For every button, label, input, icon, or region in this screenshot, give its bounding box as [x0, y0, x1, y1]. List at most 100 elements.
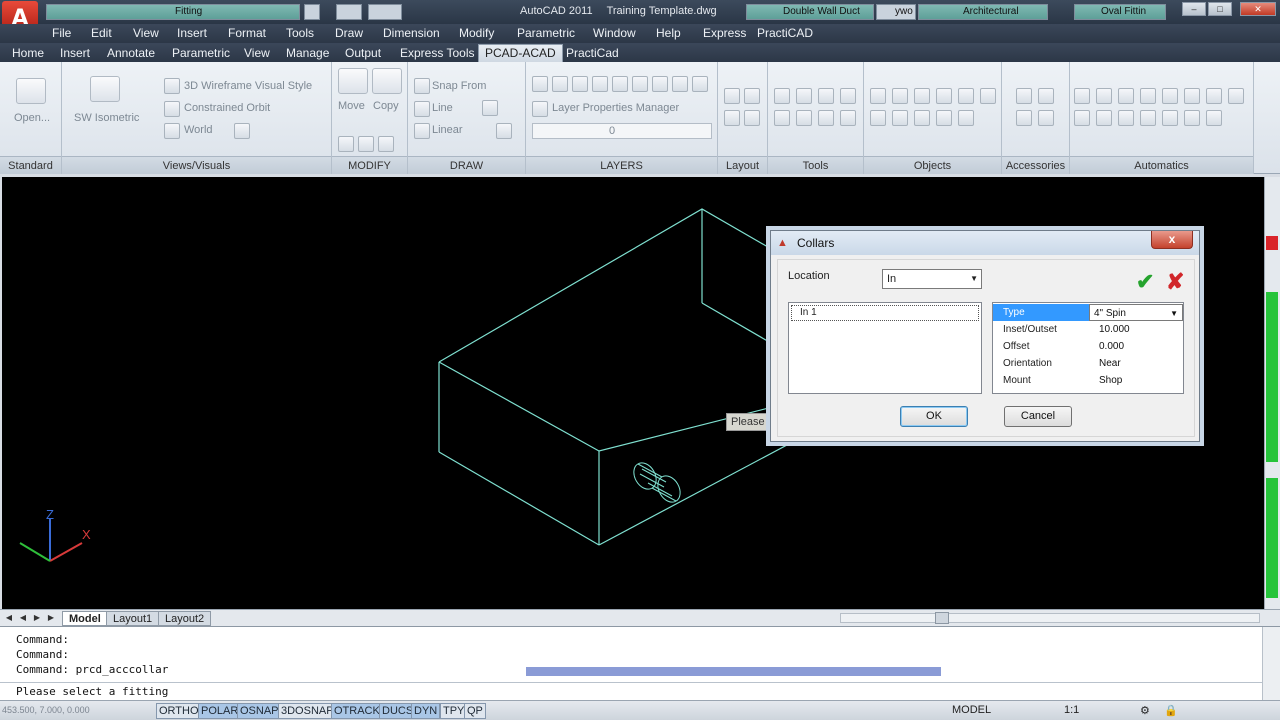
- layout-icon-1[interactable]: [724, 88, 740, 104]
- layer-tool-icon-8[interactable]: [672, 76, 688, 92]
- objects-icon-8[interactable]: [892, 110, 908, 126]
- layer-properties-label[interactable]: Layer Properties Manager: [552, 102, 679, 114]
- layer-dropdown[interactable]: 0: [532, 123, 712, 139]
- cancel-button[interactable]: Cancel: [1004, 406, 1072, 427]
- lock-icon[interactable]: 🔒: [1164, 704, 1178, 717]
- objects-icon-10[interactable]: [936, 110, 952, 126]
- accessories-icon-1[interactable]: [1016, 88, 1032, 104]
- automatics-icon-15[interactable]: [1206, 110, 1222, 126]
- tab-layout1[interactable]: Layout1: [106, 611, 160, 626]
- automatics-icon-7[interactable]: [1206, 88, 1222, 104]
- layer-combo-2[interactable]: ywo: [876, 4, 916, 20]
- objects-icon-2[interactable]: [892, 88, 908, 104]
- horizontal-scroll-thumb[interactable]: [935, 612, 949, 624]
- list-item[interactable]: In 1: [791, 305, 979, 321]
- tab-annotate[interactable]: Annotate: [107, 46, 155, 60]
- automatics-icon-11[interactable]: [1118, 110, 1134, 126]
- command-prompt[interactable]: Please select a fitting: [16, 685, 168, 698]
- isometric-cube-icon[interactable]: [90, 76, 120, 102]
- objects-icon-1[interactable]: [870, 88, 886, 104]
- menu-express[interactable]: Express: [703, 26, 746, 40]
- open-folder-icon[interactable]: [16, 78, 46, 104]
- menu-parametric[interactable]: Parametric: [517, 26, 575, 40]
- annotation-scale[interactable]: 1:1: [1064, 704, 1079, 716]
- layer-properties-icon[interactable]: [532, 101, 548, 117]
- accessories-icon-3[interactable]: [1016, 110, 1032, 126]
- objects-icon-5[interactable]: [958, 88, 974, 104]
- menu-window[interactable]: Window: [593, 26, 636, 40]
- tab-layout2[interactable]: Layout2: [158, 611, 212, 626]
- layer-tool-icon-6[interactable]: [632, 76, 648, 92]
- automatics-icon-2[interactable]: [1096, 88, 1112, 104]
- tab-pcad-acad[interactable]: PCAD-ACAD: [478, 44, 563, 62]
- hatch-icon[interactable]: [496, 123, 512, 139]
- linear-dim-icon[interactable]: [414, 123, 430, 139]
- first-layout-arrow-icon[interactable]: ◀: [4, 613, 14, 623]
- move-label[interactable]: Move: [338, 100, 365, 112]
- command-history-scrollbar[interactable]: [526, 667, 941, 676]
- red-x-icon[interactable]: ✘: [1166, 270, 1184, 294]
- tab-view[interactable]: View: [244, 46, 270, 60]
- mirror-icon[interactable]: [378, 136, 394, 152]
- toggle-osnap[interactable]: OSNAP: [237, 703, 282, 719]
- copy-icon[interactable]: [372, 68, 402, 94]
- location-select[interactable]: In ▼: [882, 269, 982, 289]
- layer-combo-4[interactable]: Oval Fittin: [1074, 4, 1166, 20]
- line-icon[interactable]: [414, 101, 430, 117]
- toggle-qp[interactable]: QP: [464, 703, 486, 719]
- layer-tool-icon-3[interactable]: [572, 76, 588, 92]
- automatics-icon-8[interactable]: [1228, 88, 1244, 104]
- menu-insert[interactable]: Insert: [177, 26, 207, 40]
- command-vertical-scrollbar[interactable]: [1262, 627, 1280, 701]
- palette-tab-lower[interactable]: [1266, 478, 1278, 598]
- property-value[interactable]: Near: [1099, 355, 1121, 372]
- tab-manage[interactable]: Manage: [286, 46, 329, 60]
- toggle-ortho[interactable]: ORTHO: [156, 703, 202, 719]
- tools-icon-3[interactable]: [818, 88, 834, 104]
- palette-tab-red[interactable]: [1266, 236, 1278, 250]
- objects-icon-4[interactable]: [936, 88, 952, 104]
- dialog-title-bar[interactable]: ▲ Collars x: [771, 231, 1199, 255]
- snap-from-label[interactable]: Snap From: [432, 80, 486, 92]
- workspace-dropdown[interactable]: Fitting: [46, 4, 300, 20]
- menu-tools[interactable]: Tools: [286, 26, 314, 40]
- automatics-icon-10[interactable]: [1096, 110, 1112, 126]
- tab-model[interactable]: Model: [62, 611, 108, 626]
- move-icon[interactable]: [338, 68, 368, 94]
- qa-tool-icon[interactable]: [304, 4, 320, 20]
- automatics-icon-1[interactable]: [1074, 88, 1090, 104]
- last-layout-arrow-icon[interactable]: ▶: [46, 613, 56, 623]
- menu-help[interactable]: Help: [656, 26, 681, 40]
- layer-combo-3[interactable]: Architectural: [918, 4, 1048, 20]
- menu-format[interactable]: Format: [228, 26, 266, 40]
- objects-icon-6[interactable]: [980, 88, 996, 104]
- tools-icon-5[interactable]: [774, 110, 790, 126]
- minimize-button[interactable]: –: [1182, 2, 1206, 16]
- layer-tool-icon-9[interactable]: [692, 76, 708, 92]
- palette-tab-automatics[interactable]: [1266, 292, 1278, 462]
- copy-label[interactable]: Copy: [373, 100, 399, 112]
- menu-edit[interactable]: Edit: [91, 26, 112, 40]
- sw-isometric-label[interactable]: SW Isometric: [74, 112, 139, 124]
- property-row-type[interactable]: Type 4" Spin ▼: [993, 304, 1183, 321]
- tools-icon-8[interactable]: [840, 110, 856, 126]
- tools-icon-7[interactable]: [818, 110, 834, 126]
- menu-modify[interactable]: Modify: [459, 26, 494, 40]
- linear-label[interactable]: Linear: [432, 124, 463, 136]
- text-icon[interactable]: [482, 100, 498, 116]
- orbit-icon[interactable]: [164, 101, 180, 117]
- layer-tool-icon-4[interactable]: [592, 76, 608, 92]
- property-row-offset[interactable]: Offset 0.000: [993, 338, 1183, 355]
- tab-express-tools[interactable]: Express Tools: [400, 46, 474, 60]
- gear-icon[interactable]: ⚙: [1140, 704, 1150, 717]
- property-value[interactable]: Shop: [1099, 372, 1122, 389]
- line-label[interactable]: Line: [432, 102, 453, 114]
- automatics-icon-3[interactable]: [1118, 88, 1134, 104]
- automatics-icon-6[interactable]: [1184, 88, 1200, 104]
- automatics-icon-9[interactable]: [1074, 110, 1090, 126]
- ucs-world-icon[interactable]: [164, 123, 180, 139]
- next-layout-arrow-icon[interactable]: ▶: [32, 613, 42, 623]
- property-value[interactable]: 0.000: [1099, 338, 1124, 355]
- layer-tool-icon-1[interactable]: [532, 76, 548, 92]
- tab-output[interactable]: Output: [345, 46, 381, 60]
